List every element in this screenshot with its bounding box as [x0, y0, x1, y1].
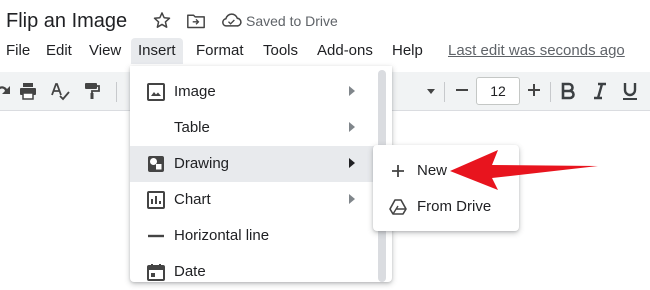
menu-format[interactable]: Format	[196, 38, 244, 64]
plus-icon	[392, 165, 404, 177]
image-icon	[147, 83, 165, 101]
horizontal-line-icon	[148, 234, 164, 238]
submenu-arrow-icon	[349, 194, 355, 204]
submenu-arrow-icon	[349, 158, 355, 168]
menu-tools[interactable]: Tools	[263, 38, 298, 64]
menu-item-label: Image	[174, 83, 216, 100]
decrease-font-size-icon[interactable]	[452, 80, 472, 100]
chart-icon	[147, 191, 165, 209]
menu-item-label: Date	[174, 263, 206, 280]
menu-item-drawing[interactable]: Drawing	[130, 146, 380, 182]
redo-icon[interactable]	[0, 81, 14, 101]
increase-font-size-icon[interactable]	[524, 80, 544, 100]
toolbar-divider	[116, 82, 117, 102]
drive-icon	[389, 199, 407, 215]
submenu-item-from-drive[interactable]: From Drive	[373, 189, 519, 225]
move-folder-icon[interactable]	[186, 12, 206, 30]
dropdown-caret-icon[interactable]	[424, 81, 438, 101]
menu-item-chart[interactable]: Chart	[130, 182, 380, 218]
menu-item-label: Drawing	[174, 155, 230, 172]
drawing-icon	[148, 156, 164, 172]
saved-status: Saved to Drive	[246, 13, 338, 29]
submenu-arrow-icon	[349, 122, 355, 132]
submenu-arrow-icon	[349, 86, 355, 96]
menu-item-table[interactable]: Table	[130, 110, 380, 146]
cloud-done-icon[interactable]	[220, 11, 242, 29]
print-icon[interactable]	[18, 81, 38, 101]
last-edit-link[interactable]: Last edit was seconds ago	[448, 38, 625, 64]
star-icon[interactable]	[152, 10, 172, 30]
toolbar-divider	[444, 82, 445, 102]
menu-insert[interactable]: Insert	[131, 38, 183, 64]
document-title[interactable]: Flip an Image	[6, 10, 127, 33]
underline-icon[interactable]	[620, 81, 640, 101]
italic-icon[interactable]	[590, 81, 610, 101]
menu-item-horizontal-line[interactable]: Horizontal line	[130, 218, 380, 254]
insert-menu: Image Table Drawing Chart Horizontal lin…	[130, 66, 392, 282]
menu-addons[interactable]: Add-ons	[317, 38, 373, 64]
menu-item-image[interactable]: Image	[130, 74, 380, 110]
menu-file[interactable]: File	[6, 38, 30, 64]
menu-bar: File Edit View Insert Format Tools Add-o…	[0, 38, 650, 66]
submenu-item-label: From Drive	[417, 198, 492, 215]
menu-edit[interactable]: Edit	[46, 38, 72, 64]
menu-view[interactable]: View	[89, 38, 121, 64]
menu-item-label: Table	[174, 119, 210, 136]
date-icon	[147, 264, 165, 281]
spellcheck-icon[interactable]	[50, 81, 70, 101]
menu-help[interactable]: Help	[392, 38, 423, 64]
font-size-input[interactable]: 12	[476, 77, 520, 105]
bold-icon[interactable]	[558, 81, 578, 101]
menu-item-label: Horizontal line	[174, 227, 270, 244]
menu-item-label: Chart	[174, 191, 211, 208]
submenu-item-label: New	[417, 162, 448, 179]
menu-item-date[interactable]: Date	[130, 254, 380, 290]
toolbar-divider	[550, 82, 551, 102]
paint-format-icon[interactable]	[82, 81, 102, 101]
annotation-arrow	[450, 150, 598, 190]
